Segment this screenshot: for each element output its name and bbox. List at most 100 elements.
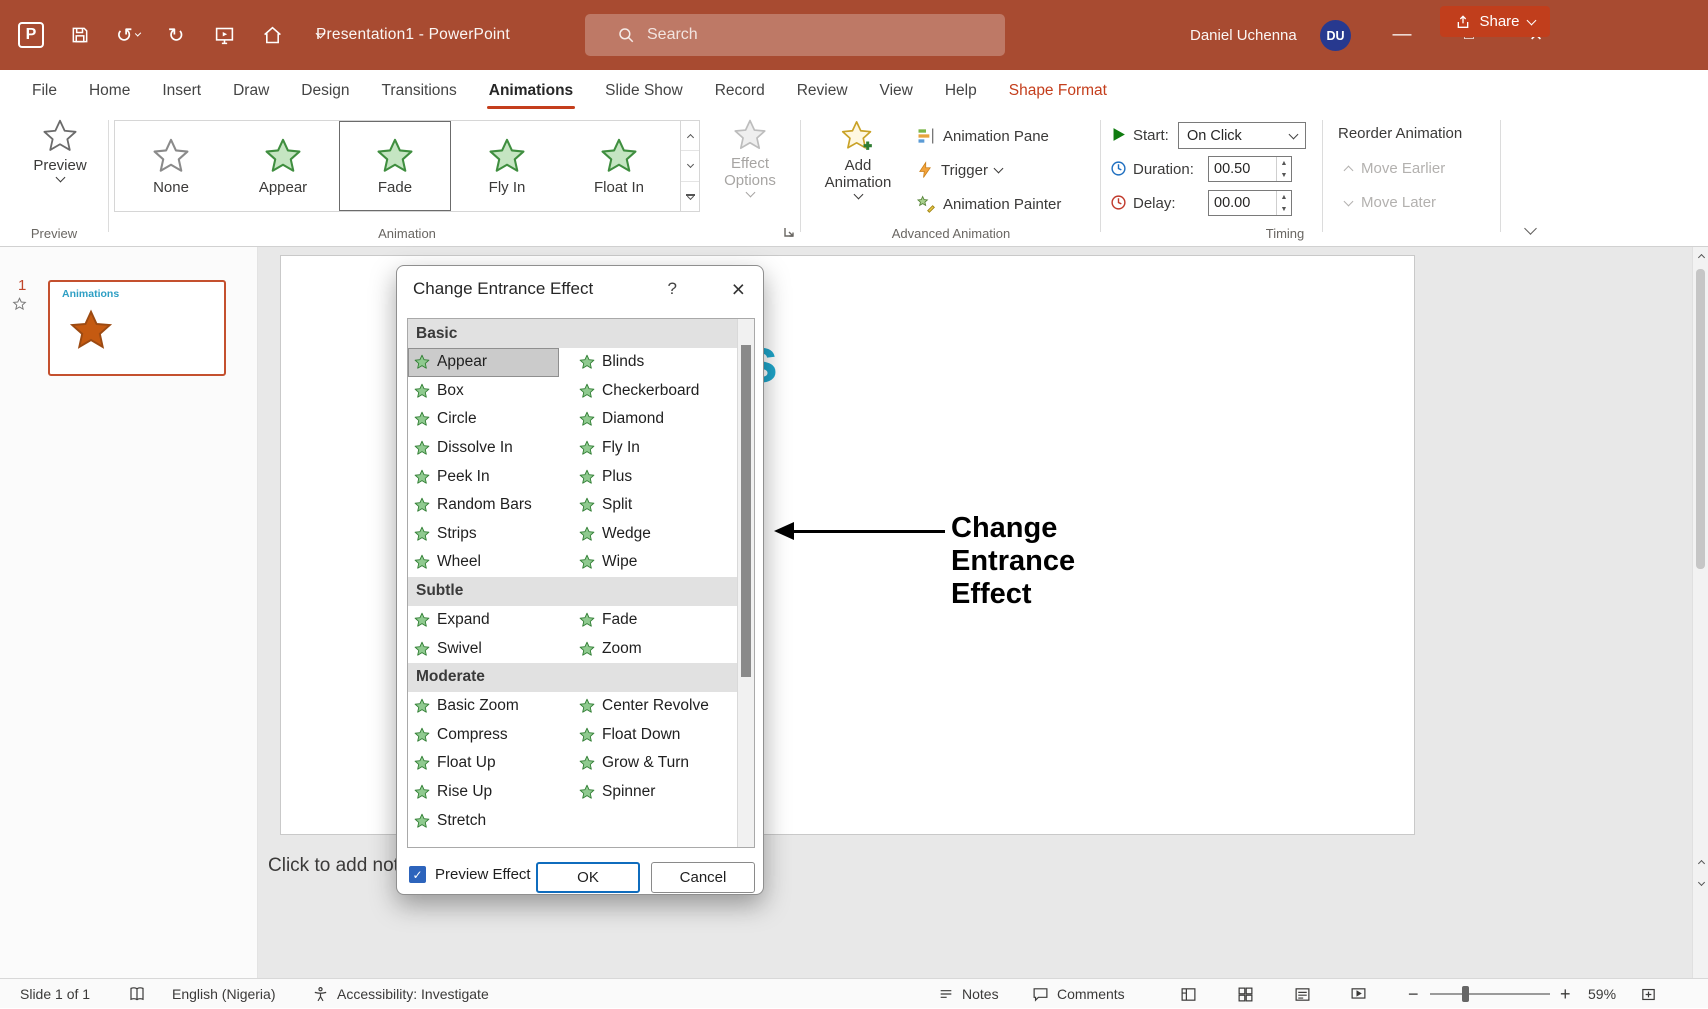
effect-item-fly-in[interactable]: Fly In: [573, 434, 737, 463]
slide-info[interactable]: Slide 1 of 1: [20, 979, 90, 1009]
effect-options-button[interactable]: Effect Options: [708, 118, 792, 196]
tab-draw[interactable]: Draw: [217, 70, 285, 112]
zoom-slider-thumb[interactable]: [1462, 986, 1469, 1002]
delay-spinner[interactable]: 00.00 ▲▼: [1208, 190, 1292, 216]
delay-up-icon[interactable]: ▲: [1277, 191, 1291, 203]
comments-toggle[interactable]: Comments: [1032, 979, 1125, 1009]
delay-down-icon[interactable]: ▼: [1277, 203, 1291, 215]
dialog-scrollbar-thumb[interactable]: [741, 345, 751, 677]
ok-button[interactable]: OK: [536, 862, 640, 893]
dialog-close-button[interactable]: ×: [732, 266, 745, 312]
duration-spinner[interactable]: 00.50 ▲▼: [1208, 156, 1292, 182]
start-dropdown[interactable]: On Click: [1178, 122, 1306, 149]
collapse-ribbon-icon[interactable]: [1526, 220, 1535, 237]
start-slideshow-icon[interactable]: [212, 23, 236, 47]
dialog-scrollbar[interactable]: [737, 319, 754, 847]
cancel-button[interactable]: Cancel: [651, 862, 755, 893]
effect-item-wheel[interactable]: Wheel: [408, 548, 573, 577]
spellcheck-icon[interactable]: [128, 979, 146, 1009]
next-slide-icon[interactable]: [1693, 875, 1708, 893]
effect-item-random-bars[interactable]: Random Bars: [408, 491, 573, 520]
tab-insert[interactable]: Insert: [146, 70, 217, 112]
slideshow-view-button[interactable]: [1350, 979, 1367, 1009]
fit-to-window-button[interactable]: [1640, 979, 1657, 1009]
animation-dialog-launcher-icon[interactable]: [782, 225, 796, 239]
scrollbar-thumb[interactable]: [1696, 269, 1705, 569]
normal-view-button[interactable]: [1180, 979, 1197, 1009]
effect-item-box[interactable]: Box: [408, 377, 573, 406]
tab-animations[interactable]: Animations: [473, 70, 589, 112]
share-dropdown-icon[interactable]: [1526, 15, 1536, 25]
zoom-in-button[interactable]: +: [1560, 979, 1571, 1009]
vertical-scrollbar[interactable]: [1692, 247, 1708, 978]
effect-item-peek-in[interactable]: Peek In: [408, 462, 573, 491]
slide-thumbnail[interactable]: Animations: [48, 280, 226, 376]
zoom-slider-track[interactable]: [1430, 993, 1550, 995]
effect-item-stretch[interactable]: Stretch: [408, 806, 573, 835]
start-dropdown-chevron-icon[interactable]: [1289, 129, 1299, 139]
add-animation-button[interactable]: Add Animation: [810, 118, 906, 198]
move-later-button[interactable]: Move Later: [1345, 194, 1436, 211]
checkbox-checked-icon[interactable]: ✓: [409, 866, 426, 883]
tab-review[interactable]: Review: [781, 70, 864, 112]
tab-design[interactable]: Design: [285, 70, 365, 112]
slide-sorter-view-button[interactable]: [1237, 979, 1254, 1009]
notes-toggle[interactable]: Notes: [938, 979, 999, 1009]
duration-up-icon[interactable]: ▲: [1277, 157, 1291, 169]
move-earlier-button[interactable]: Move Earlier: [1345, 160, 1445, 177]
effect-item-rise-up[interactable]: Rise Up: [408, 778, 573, 807]
reading-view-button[interactable]: [1294, 979, 1311, 1009]
effect-item-center-revolve[interactable]: Center Revolve: [573, 692, 737, 721]
effect-item-blinds[interactable]: Blinds: [573, 348, 737, 377]
tab-home[interactable]: Home: [73, 70, 146, 112]
preview-button[interactable]: Preview: [22, 118, 98, 181]
effect-item-compress[interactable]: Compress: [408, 721, 573, 750]
tab-help[interactable]: Help: [929, 70, 993, 112]
scroll-up-icon[interactable]: [1693, 247, 1708, 265]
home-icon[interactable]: [260, 23, 284, 47]
effect-item-spinner[interactable]: Spinner: [573, 778, 737, 807]
accessibility-status[interactable]: Accessibility: Investigate: [312, 979, 489, 1009]
effect-item-appear[interactable]: Appear: [408, 348, 559, 377]
share-button[interactable]: Share: [1440, 6, 1550, 37]
powerpoint-logo-icon[interactable]: P: [18, 22, 44, 48]
effect-item-float-down[interactable]: Float Down: [573, 721, 737, 750]
tab-file[interactable]: File: [16, 70, 73, 112]
animation-painter-button[interactable]: Animation Painter: [916, 190, 1061, 218]
undo-icon[interactable]: ↺: [116, 23, 140, 47]
preview-dropdown-icon[interactable]: [55, 173, 65, 183]
minimize-button[interactable]: —: [1374, 0, 1430, 70]
trigger-dropdown-icon[interactable]: [994, 164, 1004, 174]
add-animation-dropdown-icon[interactable]: [853, 190, 863, 200]
tab-slide-show[interactable]: Slide Show: [589, 70, 699, 112]
gallery-item-float-in[interactable]: Float In: [563, 121, 675, 211]
effect-item-plus[interactable]: Plus: [573, 462, 737, 491]
effect-item-grow-turn[interactable]: Grow & Turn: [573, 749, 737, 778]
effect-item-float-up[interactable]: Float Up: [408, 749, 573, 778]
tab-view[interactable]: View: [864, 70, 929, 112]
gallery-item-fade[interactable]: Fade: [339, 121, 451, 211]
search-box[interactable]: Search: [585, 14, 1005, 56]
effect-item-wedge[interactable]: Wedge: [573, 520, 737, 549]
zoom-out-button[interactable]: −: [1408, 979, 1419, 1009]
effect-item-swivel[interactable]: Swivel: [408, 634, 573, 663]
gallery-item-fly-in[interactable]: Fly In: [451, 121, 563, 211]
gallery-more-icon[interactable]: [681, 182, 699, 211]
effect-item-wipe[interactable]: Wipe: [573, 548, 737, 577]
previous-slide-icon[interactable]: [1693, 853, 1708, 871]
effect-item-dissolve-in[interactable]: Dissolve In: [408, 434, 573, 463]
redo-icon[interactable]: ↻: [164, 23, 188, 47]
effect-item-expand[interactable]: Expand: [408, 606, 573, 635]
gallery-item-none[interactable]: None: [115, 121, 227, 211]
language-status[interactable]: English (Nigeria): [172, 979, 275, 1009]
effect-item-zoom[interactable]: Zoom: [573, 634, 737, 663]
animation-indicator-icon[interactable]: [12, 297, 27, 312]
zoom-level[interactable]: 59%: [1588, 979, 1616, 1009]
effect-item-split[interactable]: Split: [573, 491, 737, 520]
effect-item-diamond[interactable]: Diamond: [573, 405, 737, 434]
duration-down-icon[interactable]: ▼: [1277, 169, 1291, 181]
gallery-scroll-down-icon[interactable]: [681, 151, 699, 181]
effect-item-strips[interactable]: Strips: [408, 520, 573, 549]
gallery-scroll-up-icon[interactable]: [681, 121, 699, 151]
trigger-button[interactable]: Trigger: [916, 156, 1002, 184]
